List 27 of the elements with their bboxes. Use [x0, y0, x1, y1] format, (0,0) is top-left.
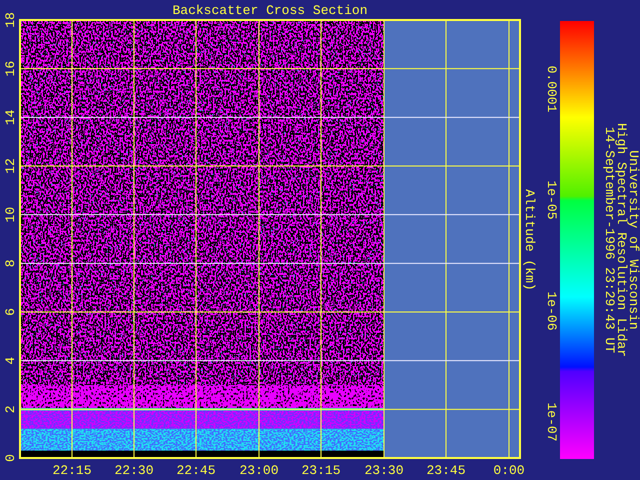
- x-tick-label: 23:00: [240, 463, 278, 478]
- x-tick-label: 23:15: [302, 463, 340, 478]
- x-tick-label: 22:45: [176, 463, 216, 478]
- y-tick-label: 8: [3, 259, 18, 268]
- colorbar-tick-label: 1e-06: [544, 292, 559, 330]
- y-tick-label: 0: [3, 454, 18, 462]
- y-tick-label: 4: [3, 356, 18, 365]
- colorbar-tick-label: 0.0001: [544, 66, 559, 112]
- plot-title: Backscatter Cross Section: [172, 3, 368, 18]
- y-tick-label: 18: [3, 12, 18, 28]
- x-tick-label: 22:15: [52, 463, 92, 478]
- y-tick-label: 14: [3, 110, 18, 126]
- x-tick-label: 23:45: [426, 463, 466, 478]
- colorbar-tick-label: 1e-05: [544, 180, 559, 220]
- credit-text: 14-September-1996 23:29:43 UT: [602, 126, 617, 354]
- y-tick-label: 2: [3, 405, 18, 414]
- credit-text: University of Wisconsin: [626, 150, 640, 330]
- y-tick-label: 10: [3, 206, 18, 222]
- x-tick-label: 23:30: [364, 463, 404, 478]
- axis-label: Altitude (km): [522, 189, 537, 291]
- y-tick-label: 16: [3, 60, 18, 76]
- credit-text: High Spectral Resolution Lidar: [614, 122, 629, 358]
- x-tick-label: 0:00: [493, 463, 525, 478]
- y-tick-label: 6: [3, 308, 18, 316]
- y-tick-label: 12: [3, 158, 18, 174]
- x-tick-label: 22:30: [114, 463, 154, 478]
- colorbar-tick-label: 1e-07: [544, 402, 559, 442]
